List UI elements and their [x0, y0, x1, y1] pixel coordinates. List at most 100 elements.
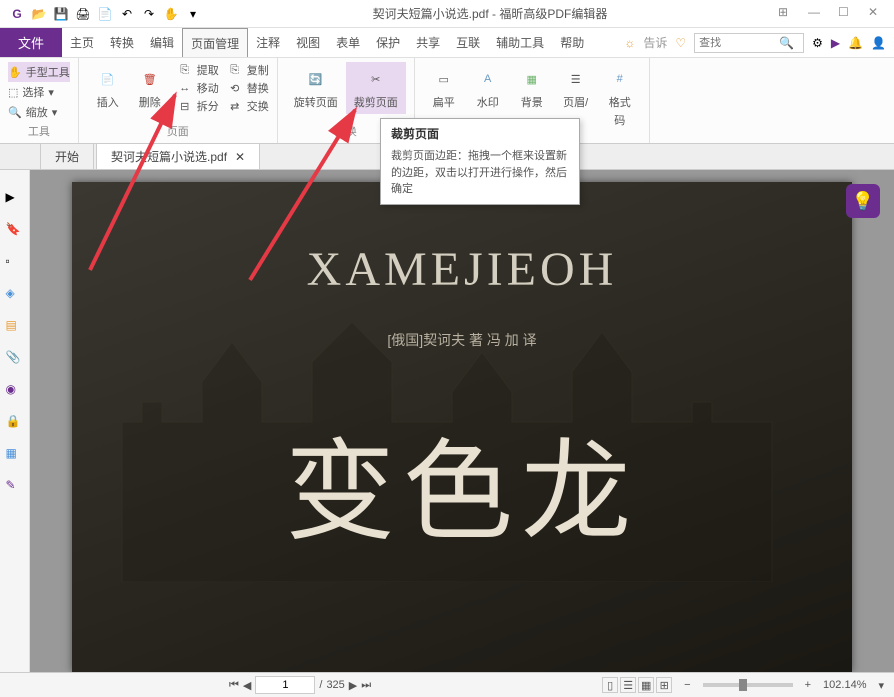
notify-icon[interactable]: ☼ [624, 36, 635, 50]
first-page-icon[interactable]: ⏮ [229, 679, 239, 692]
menubar: 文件 主页 转换 编辑 页面管理 注释 视图 表单 保护 共享 互联 辅助工具 … [0, 28, 894, 58]
collapse-ribbon-icon[interactable]: ⊞ [778, 5, 796, 23]
annotation-arrow-2 [240, 100, 380, 290]
rotate-icon: 🔄 [303, 66, 329, 92]
crop-tooltip: 裁剪页面 裁剪页面边距：拖拽一个框来设置新的边距，双击以打开进行操作，然后确定 [380, 118, 580, 205]
dropdown-icon[interactable]: ▾ [184, 5, 202, 23]
pages-panel-icon[interactable]: ▫ [6, 254, 24, 272]
menu-convert[interactable]: 转换 [102, 28, 142, 57]
menu-protect[interactable]: 保护 [368, 28, 408, 57]
redact-icon[interactable]: ✎ [6, 478, 24, 496]
watermark-icon: A [475, 66, 501, 92]
select-icon: ⬚ [8, 86, 18, 99]
menu-accessibility[interactable]: 辅助工具 [488, 28, 552, 57]
crop-icon: ✂ [363, 66, 389, 92]
undo-icon[interactable]: ↶ [118, 5, 136, 23]
user-icon[interactable]: 👤 [871, 36, 886, 50]
minimize-icon[interactable]: — [808, 5, 826, 23]
format-button[interactable]: #格式码 [599, 62, 641, 139]
annotation-arrow-1 [80, 90, 200, 280]
print-icon[interactable]: 🖨 [74, 5, 92, 23]
menu-share[interactable]: 共享 [408, 28, 448, 57]
book-author: [俄国]契诃夫 著 冯 加 译 [387, 330, 536, 350]
save-icon[interactable]: 💾 [52, 5, 70, 23]
notify-label: 告诉 [643, 34, 667, 51]
delete-page-icon: 🗑 [137, 66, 163, 92]
menu-view[interactable]: 视图 [288, 28, 328, 57]
redo-icon[interactable]: ↷ [140, 5, 158, 23]
zoom-dropdown-icon[interactable]: ▾ [878, 679, 884, 692]
ribbon-group-tools: ✋ 手型工具 ⬚ 选择 ▾ 🔍 缩放 ▾ 工具 [0, 58, 79, 143]
menu-edit[interactable]: 编辑 [142, 28, 182, 57]
heart-icon[interactable]: ♡ [675, 36, 686, 50]
quick-access-toolbar: G 📂 💾 🖨 📄 ↶ ↷ ✋ ▾ [8, 5, 202, 23]
zoom-in-icon[interactable]: + [805, 679, 811, 691]
copy-icon: ⎘ [227, 62, 243, 78]
view-single-icon[interactable]: ▯ [602, 677, 618, 693]
search-box[interactable]: 🔍 [694, 33, 804, 53]
window-controls: ⊞ — ☐ ✕ [778, 5, 886, 23]
zoom-icon: 🔍 [8, 106, 22, 119]
view-facing-icon[interactable]: ▦ [638, 677, 654, 693]
search-icon[interactable]: 🔍 [779, 36, 794, 50]
view-continuous-icon[interactable]: ☰ [620, 677, 636, 693]
prev-page-icon[interactable]: ◀ [243, 679, 251, 692]
tooltip-title: 裁剪页面 [391, 125, 569, 142]
menu-connect[interactable]: 互联 [448, 28, 488, 57]
menu-page-management[interactable]: 页面管理 [182, 28, 248, 57]
bell-icon[interactable]: 🔔 [848, 36, 863, 50]
gear-icon[interactable]: ⚙ [812, 36, 823, 50]
zoom-slider[interactable] [703, 683, 793, 687]
app-logo-icon: G [8, 5, 26, 23]
page-input[interactable] [255, 676, 315, 694]
menu-home[interactable]: 主页 [62, 28, 102, 57]
maximize-icon[interactable]: ☐ [838, 5, 856, 23]
replace-button[interactable]: ⟲替换 [227, 80, 269, 96]
side-toolbar: ▶ 🔖 ▫ ◈ ▤ 📎 ◉ 🔒 ▦ ✎ [0, 170, 30, 672]
view-cover-icon[interactable]: ⊞ [656, 677, 672, 693]
titlebar: G 📂 💾 🖨 📄 ↶ ↷ ✋ ▾ 契诃夫短篇小说选.pdf - 福昕高级PDF… [0, 0, 894, 28]
attachment-icon[interactable]: 📎 [6, 350, 24, 368]
hint-bulb-button[interactable]: 💡 [846, 184, 880, 218]
hand-icon[interactable]: ✋ [162, 5, 180, 23]
hand-tool-button[interactable]: ✋ 手型工具 [8, 62, 70, 82]
book-title-cn: 变色龙 [285, 402, 639, 562]
file-menu[interactable]: 文件 [0, 28, 62, 57]
share-icon[interactable]: ▶ [831, 36, 840, 50]
window-title: 契诃夫短篇小说选.pdf - 福昕高级PDF编辑器 [202, 5, 778, 22]
select-tool-button[interactable]: ⬚ 选择 ▾ [8, 82, 70, 102]
view-mode-buttons: ▯ ☰ ▦ ⊞ [602, 677, 672, 693]
background-icon: ▦ [519, 66, 545, 92]
extract-icon: ⎘ [177, 62, 193, 78]
expand-icon[interactable]: ▶ [6, 190, 24, 208]
flatten-icon: ▭ [431, 66, 457, 92]
zoom-out-icon[interactable]: − [684, 679, 690, 691]
doc-icon[interactable]: 📄 [96, 5, 114, 23]
fields-icon[interactable]: ▦ [6, 446, 24, 464]
zoom-tool-button[interactable]: 🔍 缩放 ▾ [8, 102, 70, 122]
menu-help[interactable]: 帮助 [552, 28, 592, 57]
tooltip-body: 裁剪页面边距：拖拽一个框来设置新的边距，双击以打开进行操作，然后确定 [391, 148, 569, 198]
insert-page-icon: 📄 [95, 66, 121, 92]
search-input[interactable] [699, 37, 779, 49]
hand-icon: ✋ [8, 66, 22, 79]
statusbar: ⏮ ◀ / 325 ▶ ⏭ ▯ ☰ ▦ ⊞ − + 102.14% ▾ [0, 672, 894, 697]
copy-button[interactable]: ⎘复制 [227, 62, 269, 78]
replace-icon: ⟲ [227, 80, 243, 96]
signature-icon[interactable]: ◉ [6, 382, 24, 400]
menu-comment[interactable]: 注释 [248, 28, 288, 57]
page-navigation: ⏮ ◀ / 325 ▶ ⏭ [229, 676, 371, 694]
layers-icon[interactable]: ◈ [6, 286, 24, 304]
zoom-value: 102.14% [823, 679, 866, 691]
format-icon: # [607, 66, 633, 92]
last-page-icon[interactable]: ⏭ [361, 679, 371, 692]
menu-form[interactable]: 表单 [328, 28, 368, 57]
ribbon-group-label: 工具 [8, 123, 70, 139]
security-icon[interactable]: 🔒 [6, 414, 24, 432]
close-icon[interactable]: ✕ [868, 5, 886, 23]
open-icon[interactable]: 📂 [30, 5, 48, 23]
bookmark-icon[interactable]: 🔖 [6, 222, 24, 240]
extract-button[interactable]: ⎘提取 [177, 62, 219, 78]
next-page-icon[interactable]: ▶ [349, 679, 357, 692]
comments-icon[interactable]: ▤ [6, 318, 24, 336]
